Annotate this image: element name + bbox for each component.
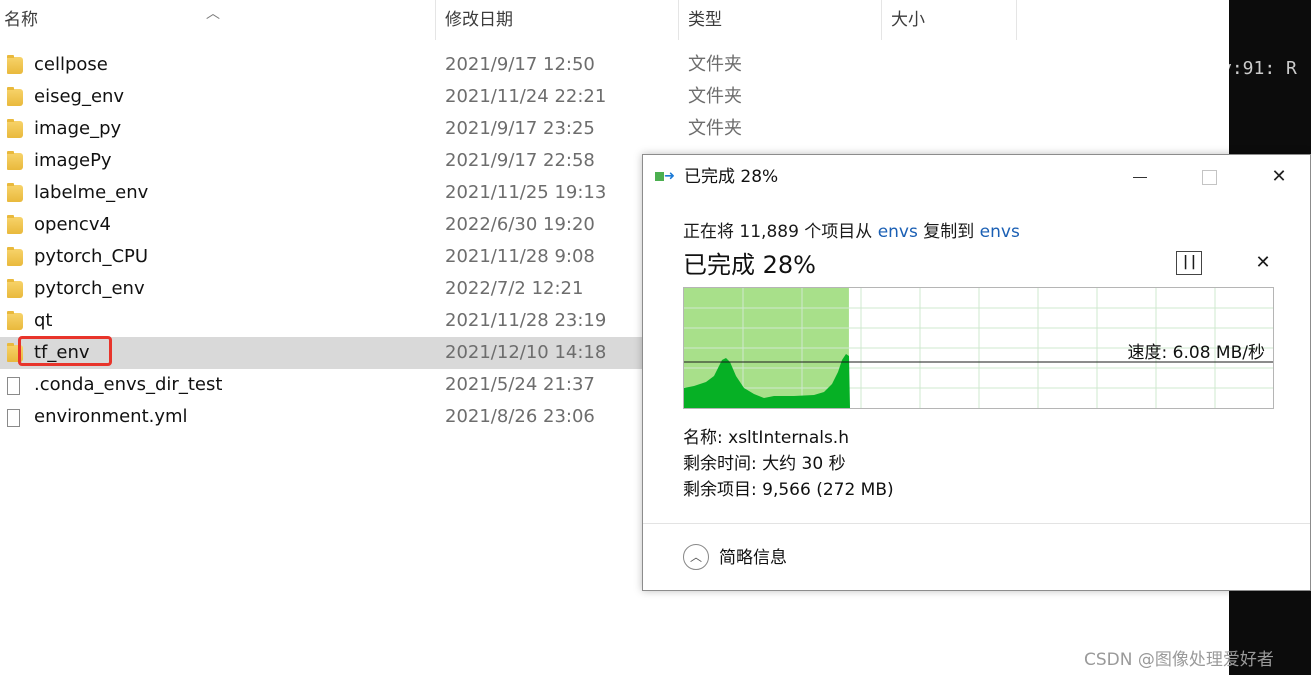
folder-icon <box>7 215 23 234</box>
dialog-divider <box>643 523 1310 524</box>
summary-middle: 复制到 <box>917 222 980 242</box>
pause-button[interactable]: | | <box>1176 251 1202 275</box>
file-name: pytorch_CPU <box>34 246 149 267</box>
dialog-titlebar[interactable]: ➜ 已完成 28% ✕ <box>643 155 1310 199</box>
file-date: 2021/5/24 21:37 <box>445 374 595 395</box>
column-type[interactable]: 类型 <box>684 0 882 40</box>
column-name[interactable]: 名称 ︿ <box>0 0 436 40</box>
file-icon <box>7 377 20 395</box>
close-icon: ✕ <box>1255 252 1271 273</box>
file-date: 2021/11/28 23:19 <box>445 310 607 331</box>
pause-icon: | | <box>1182 254 1196 270</box>
file-date: 2021/11/24 22:21 <box>445 86 607 107</box>
file-date: 2021/11/25 19:13 <box>445 182 607 203</box>
file-name: labelme_env <box>34 182 149 203</box>
file-date: 2021/9/17 12:50 <box>445 54 595 75</box>
file-date: 2021/11/28 9:08 <box>445 246 595 267</box>
folder-icon <box>7 119 23 138</box>
file-date: 2022/6/30 19:20 <box>445 214 595 235</box>
file-date: 2021/9/17 23:25 <box>445 118 595 139</box>
minimize-icon <box>1133 176 1147 178</box>
folder-icon <box>7 183 23 202</box>
column-name-label: 名称 <box>4 10 38 30</box>
file-type: 文件夹 <box>688 118 742 139</box>
file-date: 2021/12/10 14:18 <box>445 342 607 363</box>
file-row[interactable]: image_py 2021/9/17 23:25 文件夹 <box>0 113 1229 145</box>
file-row[interactable]: cellpose 2021/9/17 12:50 文件夹 <box>0 49 1229 81</box>
current-file-name: 名称: xsltInternals.h <box>683 428 849 448</box>
folder-icon <box>7 279 23 298</box>
folder-icon <box>7 311 23 330</box>
source-folder-link[interactable]: envs <box>878 222 918 242</box>
column-modified[interactable]: 修改日期 <box>441 0 679 40</box>
file-name: opencv4 <box>34 214 111 235</box>
file-type: 文件夹 <box>688 54 742 75</box>
file-name: cellpose <box>34 54 108 75</box>
file-date: 2021/8/26 23:06 <box>445 406 595 427</box>
file-name: .conda_envs_dir_test <box>34 374 223 395</box>
column-modified-label: 修改日期 <box>445 10 513 30</box>
column-header: 名称 ︿ 修改日期 类型 大小 <box>0 0 1229 40</box>
file-date: 2022/7/2 12:21 <box>445 278 584 299</box>
time-remaining: 剩余时间: 大约 30 秒 <box>683 454 846 474</box>
watermark: CSDN @图像处理爱好者 <box>1084 650 1274 670</box>
sort-up-icon: ︿ <box>206 6 220 22</box>
file-name: image_py <box>34 118 122 139</box>
summary-prefix: 正在将 11,889 个项目从 <box>683 222 878 242</box>
folder-icon <box>7 55 23 74</box>
file-name: eiseg_env <box>34 86 125 107</box>
column-type-label: 类型 <box>688 10 722 30</box>
console-text: y:91: R <box>1229 58 1297 79</box>
cancel-button[interactable]: ✕ <box>1251 251 1275 275</box>
minimize-button[interactable] <box>1117 155 1163 199</box>
file-name: qt <box>34 310 53 331</box>
progress-status: 已完成 28% <box>683 251 816 279</box>
folder-icon <box>7 151 23 170</box>
folder-icon <box>7 247 23 266</box>
speed-graph: 速度: 6.08 MB/秒 <box>683 287 1274 409</box>
speed-label: 速度: 6.08 MB/秒 <box>1127 343 1265 363</box>
items-remaining: 剩余项目: 9,566 (272 MB) <box>683 480 894 500</box>
close-icon: ✕ <box>1271 166 1287 187</box>
file-name: environment.yml <box>34 406 188 427</box>
file-name: imagePy <box>34 150 112 171</box>
copy-details: 名称: xsltInternals.h 剩余时间: 大约 30 秒 剩余项目: … <box>683 425 894 503</box>
destination-folder-link[interactable]: envs <box>980 222 1020 242</box>
column-size[interactable]: 大小 <box>887 0 1017 40</box>
file-row[interactable]: eiseg_env 2021/11/24 22:21 文件夹 <box>0 81 1229 113</box>
fewer-details-label: 简略信息 <box>719 548 787 568</box>
file-type: 文件夹 <box>688 86 742 107</box>
file-icon <box>7 409 20 427</box>
file-date: 2021/9/17 22:58 <box>445 150 595 171</box>
maximize-icon <box>1201 169 1217 185</box>
maximize-button[interactable] <box>1186 155 1232 199</box>
copy-icon: ➜ <box>655 170 679 185</box>
folder-icon <box>7 87 23 106</box>
column-size-label: 大小 <box>891 10 925 30</box>
window-close-button[interactable]: ✕ <box>1256 155 1302 199</box>
copy-progress-dialog: ➜ 已完成 28% ✕ 正在将 11,889 个项目从 envs 复制到 env… <box>642 154 1311 591</box>
red-highlight-box <box>18 336 112 366</box>
chevron-up-icon: ︿ <box>683 544 709 570</box>
file-name: pytorch_env <box>34 278 145 299</box>
dialog-title: 已完成 28% <box>684 167 779 187</box>
copy-summary: 正在将 11,889 个项目从 envs 复制到 envs <box>683 217 1020 242</box>
